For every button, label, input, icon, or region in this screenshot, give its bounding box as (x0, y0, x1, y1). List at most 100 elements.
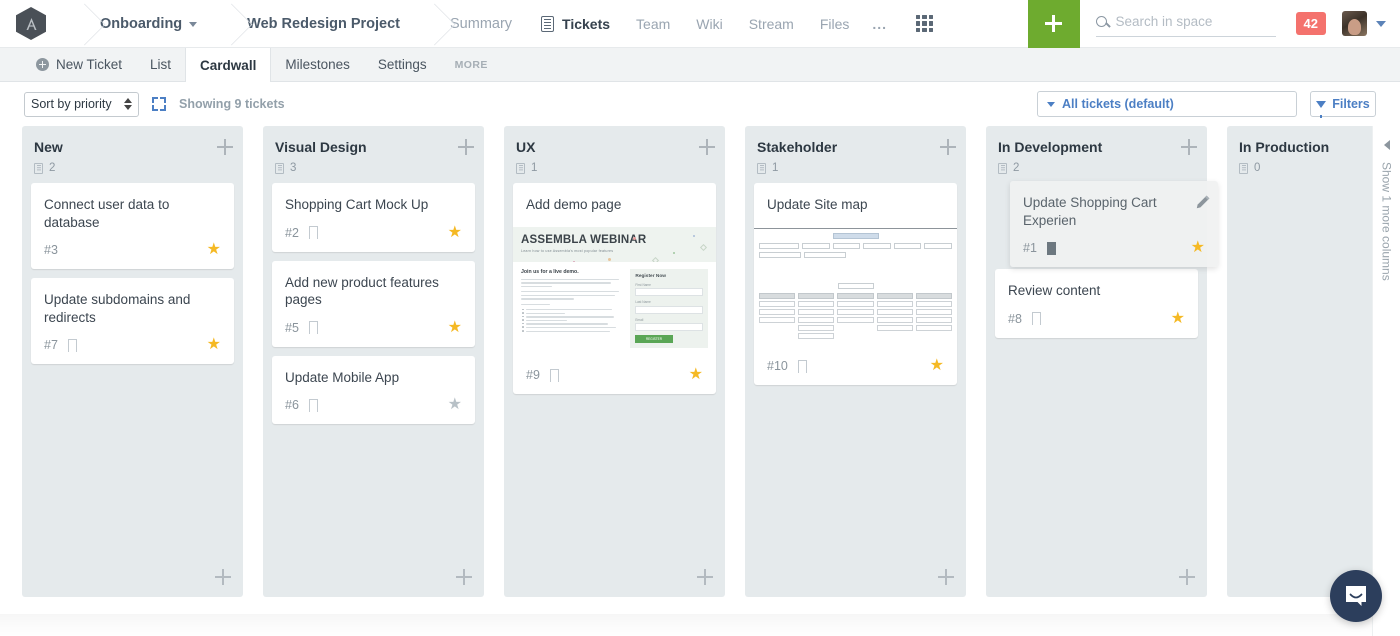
subtab-new-ticket[interactable]: New Ticket (22, 48, 136, 81)
subtab-milestones-label: Milestones (285, 57, 350, 72)
ticket-card[interactable]: Add demo page ASSEMBLA WEBINAR Learn how… (513, 183, 716, 394)
nav-item-team[interactable]: Team (623, 0, 683, 48)
bookmark-icon[interactable] (309, 226, 318, 239)
top-navigation-bar: Onboarding Web Redesign Project Summary … (0, 0, 1400, 48)
webinar-body-heading: Join us for a live demo. (521, 269, 623, 275)
subtab-more[interactable]: MORE (441, 48, 502, 81)
ticket-card-star-icon[interactable]: ★ (448, 225, 462, 241)
ticket-card-star-icon[interactable]: ★ (689, 367, 703, 383)
expand-fullscreen-icon[interactable] (152, 97, 166, 111)
board-column-ux[interactable]: UX 1 Add demo page (504, 126, 725, 597)
chevron-left-icon (1384, 140, 1390, 150)
apps-grid-button[interactable] (897, 0, 946, 48)
showing-tickets-text: Showing 9 tickets (179, 97, 285, 111)
nav-item-stream-label: Stream (749, 16, 794, 32)
bookmark-icon[interactable] (309, 399, 318, 412)
search-input[interactable] (1116, 14, 1266, 29)
board-toolbar: Sort by priority Showing 9 tickets All t… (0, 82, 1400, 126)
ticket-card[interactable]: Update subdomains and redirects #7 ★ (31, 278, 234, 364)
subtab-cardwall[interactable]: Cardwall (185, 48, 271, 82)
column-header: In Development (995, 126, 1198, 155)
search-box[interactable] (1096, 11, 1276, 37)
ticket-card-title: Connect user data to database (31, 183, 234, 231)
show-more-columns-rail[interactable]: Show 1 more columns (1372, 126, 1400, 636)
assembla-logo-link[interactable] (0, 0, 62, 48)
ticket-card[interactable]: Review content #8 ★ (995, 269, 1198, 338)
add-card-plus-icon[interactable] (217, 139, 233, 155)
ticket-card-number: #7 (44, 338, 58, 352)
column-count-value: 1 (531, 162, 537, 174)
dragging-ticket-card-star-icon[interactable]: ★ (1191, 240, 1205, 256)
ticket-card-title: Review content (995, 269, 1198, 300)
column-count: 2 (31, 155, 234, 183)
intercom-chat-launcher[interactable] (1330, 570, 1382, 622)
board-column-new[interactable]: New 2 Connect user data to database #3 ★… (22, 126, 243, 597)
bookmark-icon[interactable] (550, 369, 559, 382)
subtab-milestones[interactable]: Milestones (271, 48, 364, 81)
ticket-card[interactable]: Add new product features pages #5 ★ (272, 261, 475, 347)
dragging-ticket-card[interactable]: Update Shopping Cart Experien #1 ★ (1010, 181, 1218, 267)
subtab-new-ticket-label: New Ticket (56, 57, 122, 72)
ticket-card-star-icon[interactable]: ★ (1171, 311, 1185, 327)
chevron-down-icon[interactable] (189, 22, 197, 27)
ticket-card-title: Add demo page (513, 183, 716, 227)
subtab-list[interactable]: List (136, 48, 185, 81)
ticket-card-title: Update Site map (754, 183, 957, 229)
bookmark-icon[interactable] (1032, 312, 1041, 325)
pencil-edit-icon[interactable] (1195, 194, 1211, 210)
breadcrumb-onboarding-label: Onboarding (100, 16, 182, 32)
bookmark-icon[interactable] (798, 360, 807, 373)
ticket-card-star-icon[interactable]: ★ (448, 397, 462, 413)
nav-item-stream[interactable]: Stream (736, 0, 807, 48)
bookmark-icon[interactable] (68, 339, 77, 352)
user-avatar[interactable] (1342, 11, 1367, 36)
board-column-visual-design[interactable]: Visual Design 3 Shopping Cart Mock Up #2… (263, 126, 484, 597)
ticket-card-star-icon[interactable]: ★ (207, 242, 221, 258)
search-icon (1096, 16, 1107, 27)
ticket-card[interactable]: Connect user data to database #3 ★ (31, 183, 234, 269)
column-footer-add-icon[interactable] (938, 569, 954, 585)
column-footer-add-icon[interactable] (215, 569, 231, 585)
column-title: In Development (998, 139, 1181, 155)
bookmark-icon[interactable] (1047, 242, 1056, 255)
column-footer-add-icon[interactable] (1179, 569, 1195, 585)
dragging-ticket-card-number: #1 (1023, 241, 1037, 255)
bookmark-icon[interactable] (309, 321, 318, 334)
nav-item-files[interactable]: Files (807, 0, 863, 48)
column-footer-add-icon[interactable] (697, 569, 713, 585)
nav-item-more[interactable]: ... (862, 0, 897, 48)
add-card-plus-icon[interactable] (1181, 139, 1197, 155)
ticket-card-star-icon[interactable]: ★ (448, 320, 462, 336)
breadcrumb-separator-1 (62, 0, 88, 48)
ticket-card-star-icon[interactable]: ★ (930, 358, 944, 374)
ticket-card[interactable]: Update Mobile App #6 ★ (272, 356, 475, 425)
breadcrumb-project[interactable]: Web Redesign Project (235, 0, 412, 48)
filters-button[interactable]: Filters (1310, 91, 1376, 117)
ticket-filter-select[interactable]: All tickets (default) (1037, 91, 1297, 117)
notification-badge[interactable]: 42 (1296, 12, 1326, 35)
ticket-card-star-icon[interactable]: ★ (207, 337, 221, 353)
subtab-settings[interactable]: Settings (364, 48, 441, 81)
breadcrumb-onboarding[interactable]: Onboarding (88, 0, 209, 48)
subtab-more-label: MORE (455, 59, 488, 71)
board-column-stakeholder[interactable]: Stakeholder 1 Update Site map (745, 126, 966, 597)
ticket-card-footer: #8 ★ (995, 300, 1198, 338)
webinar-form-heading: Register Now (635, 274, 703, 279)
add-card-plus-icon[interactable] (458, 139, 474, 155)
ticket-card-number: #6 (285, 398, 299, 412)
user-menu-chevron-down-icon[interactable] (1376, 21, 1386, 27)
nav-item-wiki[interactable]: Wiki (683, 0, 735, 48)
sort-select[interactable]: Sort by priority (24, 92, 139, 117)
column-count-value: 3 (290, 162, 296, 174)
ticket-card[interactable]: Shopping Cart Mock Up #2 ★ (272, 183, 475, 252)
webinar-field-label: Email (635, 318, 703, 322)
add-card-plus-icon[interactable] (699, 139, 715, 155)
column-footer-add-icon[interactable] (456, 569, 472, 585)
subtab-cardwall-label: Cardwall (200, 58, 256, 73)
ticket-card[interactable]: Update Site map (754, 183, 957, 385)
add-card-plus-icon[interactable] (940, 139, 956, 155)
nav-item-tickets[interactable]: Tickets (528, 0, 623, 48)
column-title: Stakeholder (757, 139, 940, 155)
global-add-button[interactable] (1028, 0, 1080, 48)
ticket-card-number: #10 (767, 359, 788, 373)
